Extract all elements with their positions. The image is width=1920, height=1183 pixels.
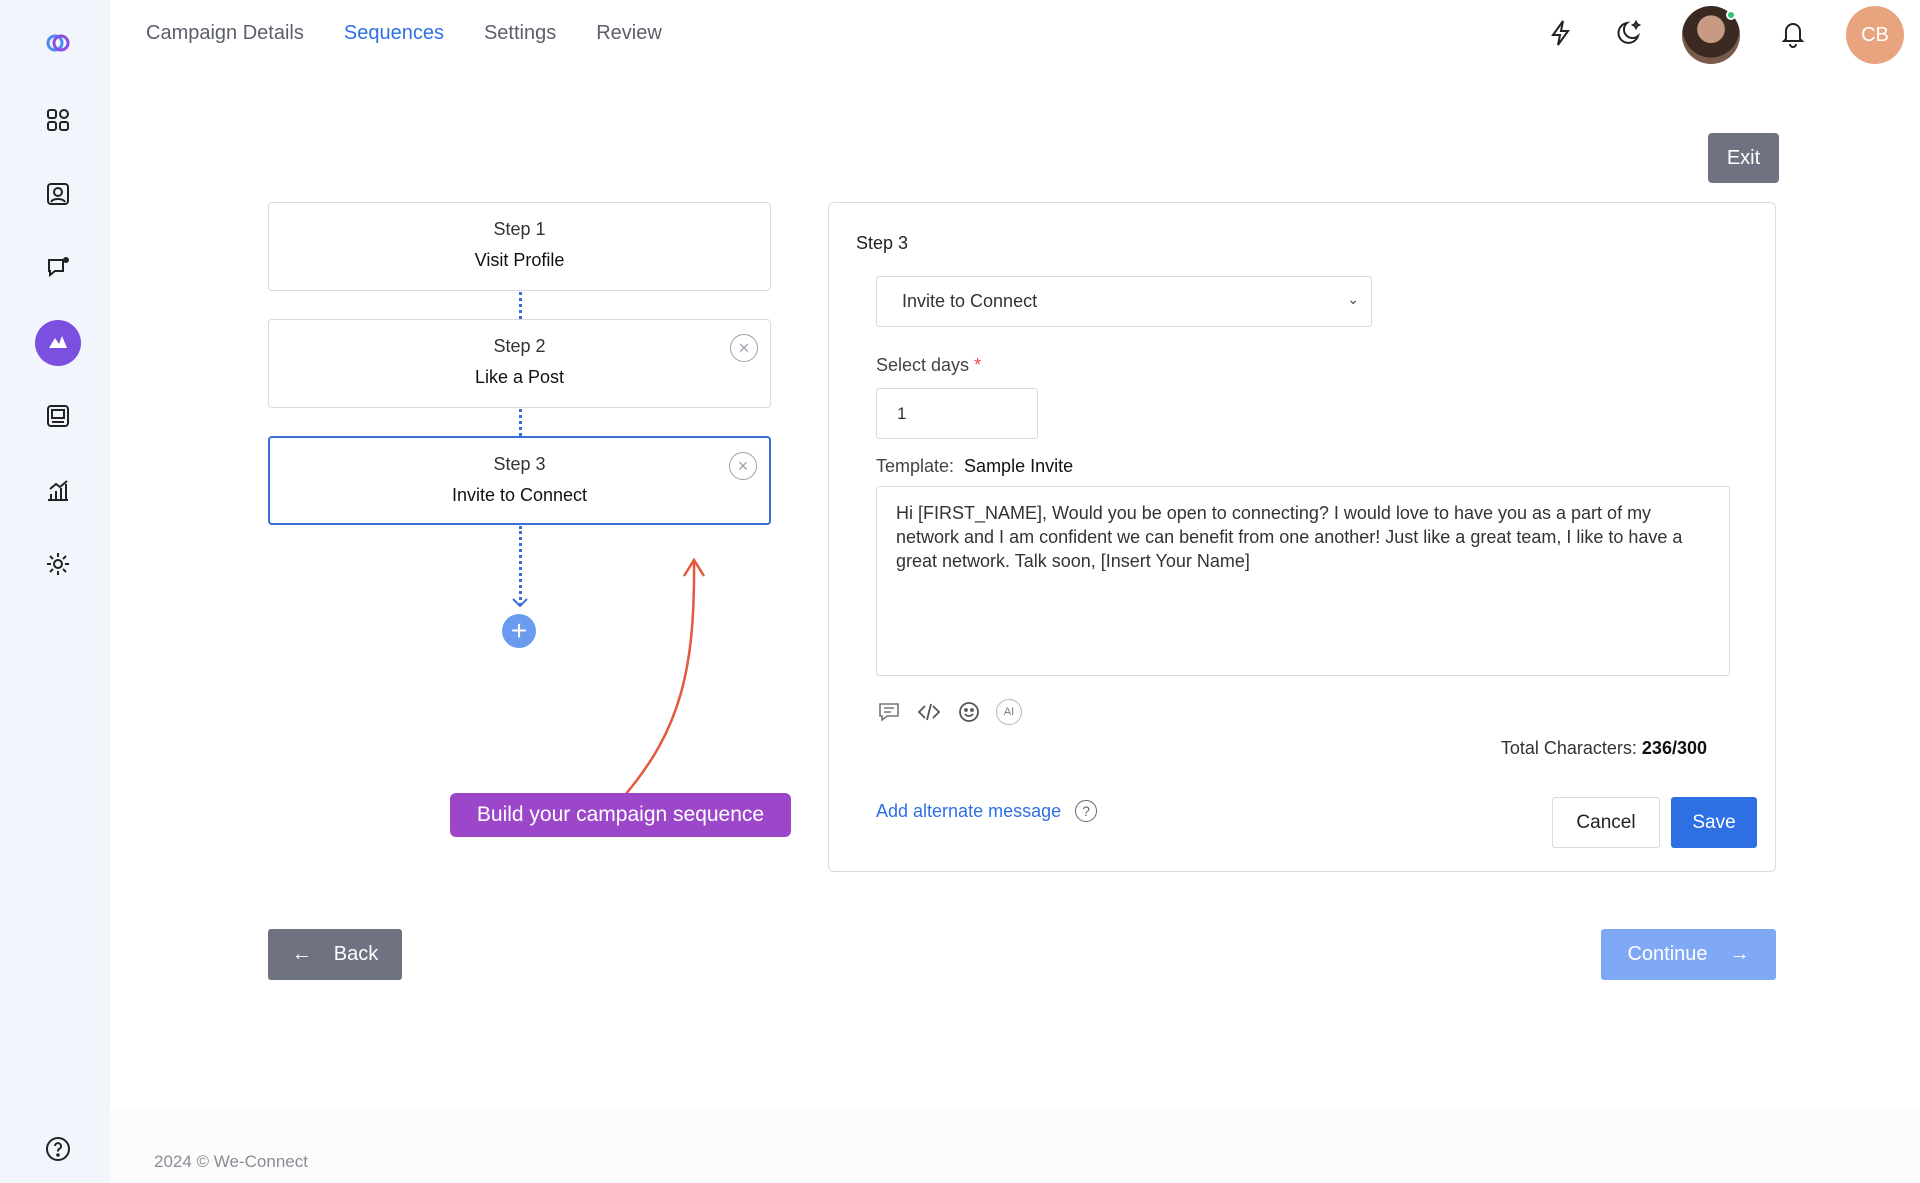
step-label: Step 1 [493, 219, 546, 239]
messages-icon[interactable] [35, 245, 81, 291]
top-nav: Campaign Details Sequences Settings Revi… [146, 22, 662, 45]
step-name: Invite to Connect [451, 485, 588, 505]
arrow-right-icon: → [1729, 943, 1750, 965]
step-card-3[interactable]: Step 3 Invite to Connect × [268, 436, 771, 525]
tab-review[interactable]: Review [596, 22, 662, 45]
logo-icon[interactable] [35, 20, 81, 66]
lightning-icon[interactable] [1546, 18, 1576, 53]
connector-arrow-icon [512, 598, 528, 608]
sidebar [0, 0, 110, 1183]
step-editor-panel: Step 3 Invite to Connect ⌄ Select days *… [828, 202, 1776, 872]
save-button[interactable]: Save [1671, 797, 1757, 848]
user-initials-avatar[interactable]: CB [1846, 6, 1904, 64]
connector-line [519, 292, 522, 319]
template-label: Template: Sample Invite [876, 456, 1073, 477]
comment-icon[interactable] [876, 699, 902, 725]
action-select-value: Invite to Connect [902, 291, 1038, 311]
step-card-1[interactable]: Step 1 Visit Profile [268, 202, 771, 291]
question-icon[interactable]: ? [1075, 800, 1098, 822]
alt-link-text[interactable]: Add alternate message [876, 801, 1061, 822]
step-label: Step 3 [493, 454, 546, 474]
character-count-value: 236/300 [1641, 738, 1707, 758]
required-marker: * [974, 355, 982, 375]
online-status-icon [1726, 10, 1736, 20]
avatar[interactable] [1682, 6, 1740, 64]
remove-step-icon[interactable]: × [729, 452, 757, 480]
help-icon[interactable] [35, 1126, 81, 1172]
back-label: Back [333, 943, 379, 965]
tab-sequences[interactable]: Sequences [344, 22, 444, 45]
template-name[interactable]: Sample Invite [964, 456, 1073, 476]
character-count: Total Characters: 236/300 [1501, 738, 1707, 759]
contacts-icon[interactable] [35, 171, 81, 217]
action-select[interactable]: Invite to Connect ⌄ [876, 276, 1372, 327]
days-input[interactable]: 1 [876, 388, 1038, 439]
settings-icon[interactable] [35, 541, 81, 587]
footer-copyright: 2024 © We-Connect [154, 1152, 308, 1171]
bell-icon[interactable] [1778, 18, 1808, 53]
campaigns-icon[interactable] [35, 320, 81, 366]
connector-line [519, 409, 522, 436]
dashboard-icon[interactable] [35, 97, 81, 143]
cancel-button[interactable]: Cancel [1552, 797, 1660, 848]
connector-line [519, 526, 522, 606]
add-alternate-message-link[interactable]: Add alternate message ? [876, 800, 1098, 822]
callout-arrow-icon [624, 557, 706, 796]
message-toolbar: AI [876, 699, 1022, 725]
emoji-icon[interactable] [956, 699, 982, 725]
continue-button[interactable]: Continue → [1601, 929, 1776, 980]
tab-campaign-details[interactable]: Campaign Details [146, 22, 304, 45]
footer: 2024 © We-Connect [110, 1110, 1920, 1183]
step-name: Visit Profile [474, 250, 565, 270]
days-label-text: Select days [876, 355, 970, 375]
add-step-button[interactable]: + [502, 614, 536, 648]
chevron-down-icon: ⌄ [1347, 291, 1359, 307]
remove-step-icon[interactable]: × [730, 334, 758, 362]
arrow-left-icon: ← [291, 943, 312, 965]
callout-tooltip: Build your campaign sequence [450, 793, 791, 837]
days-label: Select days * [876, 355, 981, 376]
message-textarea[interactable]: Hi [FIRST_NAME], Would you be open to co… [876, 486, 1730, 676]
step-name: Like a Post [474, 367, 565, 387]
editor-title: Step 3 [856, 233, 909, 253]
code-icon[interactable] [916, 699, 942, 725]
character-count-label: Total Characters: [1500, 738, 1637, 758]
dark-mode-icon[interactable] [1614, 18, 1644, 53]
back-button[interactable]: ← Back [268, 929, 402, 980]
exit-button[interactable]: Exit [1708, 133, 1779, 183]
tab-settings[interactable]: Settings [484, 22, 556, 45]
step-card-2[interactable]: Step 2 Like a Post × [268, 319, 771, 408]
inbox-icon[interactable] [35, 393, 81, 439]
top-right-toolbar: CB [1546, 6, 1904, 64]
ai-icon[interactable]: AI [996, 699, 1022, 725]
step-label: Step 2 [493, 336, 546, 356]
analytics-icon[interactable] [35, 467, 81, 513]
template-label-text: Template: [876, 456, 955, 476]
continue-label: Continue [1627, 943, 1708, 965]
